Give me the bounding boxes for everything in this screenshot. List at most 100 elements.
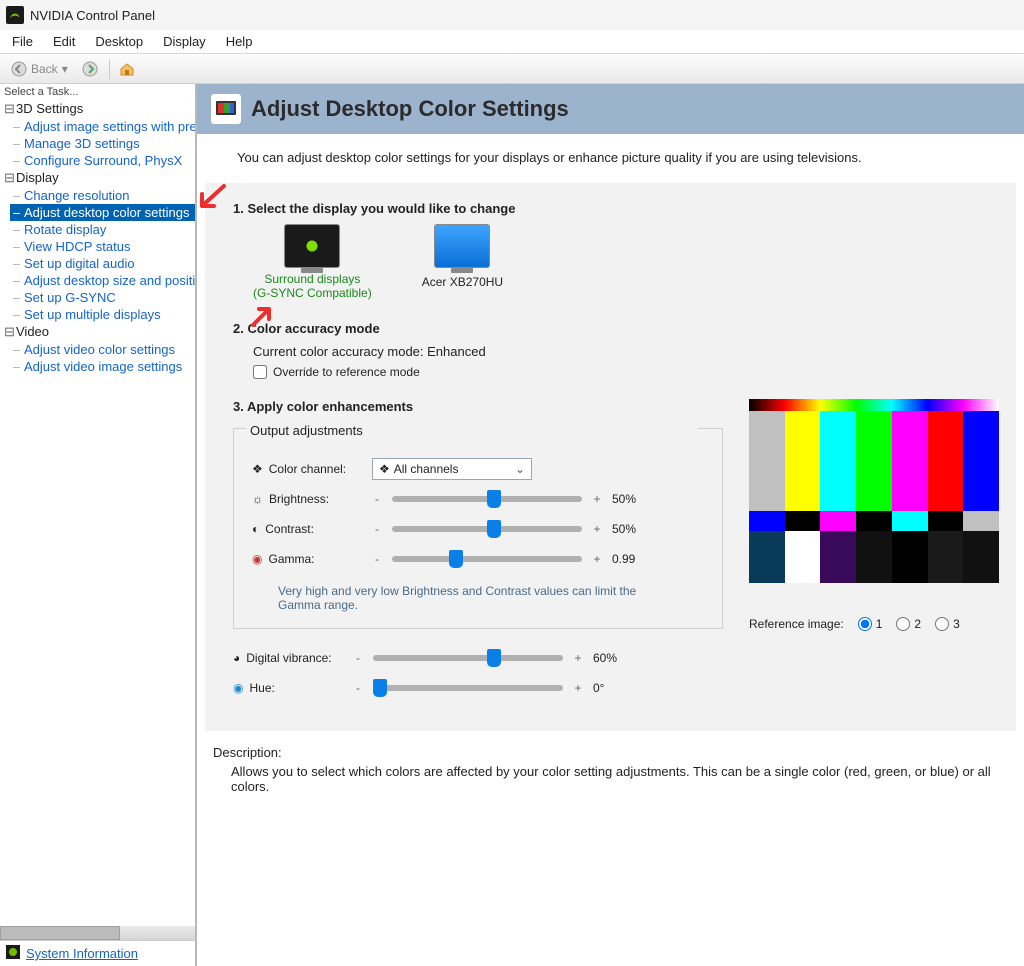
hue-label: Hue: xyxy=(249,681,274,695)
tree-item-rotate-display[interactable]: Rotate display xyxy=(10,221,195,238)
reference-radio-2[interactable]: 2 xyxy=(896,617,921,631)
description-text: Allows you to select which colors are af… xyxy=(213,764,1008,794)
menu-help[interactable]: Help xyxy=(216,32,263,51)
step3-heading: 3. Apply color enhancements xyxy=(233,399,723,414)
tree-group-video-label: Video xyxy=(16,324,49,339)
page-header: Adjust Desktop Color Settings xyxy=(197,84,1024,134)
description-label: Description: xyxy=(213,745,1008,760)
toolbar-separator xyxy=(109,59,110,79)
tree-group-video[interactable]: ⊟Video xyxy=(0,323,195,341)
contrast-icon: ◐ xyxy=(252,522,259,536)
tree-item-adjust-image[interactable]: Adjust image settings with preview xyxy=(10,118,195,135)
tree-item-video-image[interactable]: Adjust video image settings xyxy=(10,358,195,375)
current-mode-label: Current color accuracy mode: xyxy=(253,344,424,359)
brightness-label: Brightness: xyxy=(269,492,329,506)
toolbar: Back ▾ xyxy=(0,54,1024,84)
hue-value: 0° xyxy=(593,681,641,695)
display-acer-icon xyxy=(434,224,490,268)
app-icon xyxy=(6,6,24,24)
color-channel-label: Color channel: xyxy=(269,462,346,476)
brightness-value: 50% xyxy=(612,492,660,506)
tree-group-display-label: Display xyxy=(16,170,59,185)
vibrance-slider[interactable] xyxy=(373,655,563,661)
brightness-slider[interactable] xyxy=(392,496,582,502)
reference-radio-3[interactable]: 3 xyxy=(935,617,960,631)
gamma-slider[interactable] xyxy=(392,556,582,562)
hue-icon: ◉ xyxy=(233,681,243,695)
brightness-icon: ☼ xyxy=(252,492,263,506)
override-label: Override to reference mode xyxy=(273,365,420,379)
tree-item-size-position[interactable]: Adjust desktop size and position xyxy=(10,272,195,289)
display-surround-sub: (G-SYNC Compatible) xyxy=(253,286,372,300)
description-section: Description: Allows you to select which … xyxy=(197,731,1024,808)
display-acer-label: Acer XB270HU xyxy=(422,275,503,289)
display-surround[interactable]: Surround displays (G-SYNC Compatible) xyxy=(253,224,372,301)
chevron-down-icon: ⌄ xyxy=(515,462,525,476)
settings-panel: 1. Select the display you would like to … xyxy=(205,183,1016,731)
reference-image-preview xyxy=(749,399,999,599)
window-title: NVIDIA Control Panel xyxy=(30,8,155,23)
tree-item-hdcp[interactable]: View HDCP status xyxy=(10,238,195,255)
titlebar: NVIDIA Control Panel xyxy=(0,0,1024,30)
tree-item-surround-physx[interactable]: Configure Surround, PhysX xyxy=(10,152,195,169)
sysinfo-icon xyxy=(6,945,20,962)
tree-group-3d[interactable]: ⊟3D Settings xyxy=(0,100,195,118)
home-button[interactable] xyxy=(114,58,140,80)
minus-icon: - xyxy=(372,492,382,506)
sidebar-footer: System Information xyxy=(0,940,195,966)
vibrance-value: 60% xyxy=(593,651,641,665)
page-title: Adjust Desktop Color Settings xyxy=(251,96,569,122)
vibrance-label: Digital vibrance: xyxy=(246,651,331,665)
back-dropdown-icon: ▾ xyxy=(62,62,68,76)
display-surround-label: Surround displays xyxy=(253,272,372,286)
display-surround-icon xyxy=(284,224,340,268)
tree-item-video-color[interactable]: Adjust video color settings xyxy=(10,341,195,358)
color-channel-icon: ❖ xyxy=(252,462,263,476)
sysinfo-link[interactable]: System Information xyxy=(26,946,138,961)
tree-item-adjust-color[interactable]: Adjust desktop color settings xyxy=(10,204,195,221)
current-mode-value: Enhanced xyxy=(427,344,486,359)
override-row[interactable]: Override to reference mode xyxy=(253,365,988,379)
hue-slider[interactable] xyxy=(373,685,563,691)
task-tree: ⊟3D Settings Adjust image settings with … xyxy=(0,100,195,926)
page-icon xyxy=(211,94,241,124)
gamma-icon: ◉ xyxy=(252,552,262,566)
step1-heading: 1. Select the display you would like to … xyxy=(233,201,988,216)
tree-item-multidisplay[interactable]: Set up multiple displays xyxy=(10,306,195,323)
tree-group-display[interactable]: ⊟Display xyxy=(0,169,195,187)
reference-radio-1[interactable]: 1 xyxy=(858,617,883,631)
menu-display[interactable]: Display xyxy=(153,32,216,51)
menu-desktop[interactable]: Desktop xyxy=(85,32,153,51)
rgb-diamond-icon: ❖ xyxy=(379,462,390,476)
sidebar-scrollbar[interactable] xyxy=(0,926,195,940)
sidebar: Select a Task... ⊟3D Settings Adjust ima… xyxy=(0,84,196,966)
menu-file[interactable]: File xyxy=(2,32,43,51)
back-button[interactable]: Back ▾ xyxy=(4,58,75,80)
tree-item-gsync[interactable]: Set up G-SYNC xyxy=(10,289,195,306)
reference-image-label: Reference image: xyxy=(749,617,844,631)
gamma-value: 0.99 xyxy=(612,552,660,566)
tree-item-change-resolution[interactable]: Change resolution xyxy=(10,187,195,204)
output-adjustments: Output adjustments ❖Color channel: ❖ All… xyxy=(233,428,723,629)
color-channel-select[interactable]: ❖ All channels ⌄ xyxy=(372,458,532,480)
display-acer[interactable]: Acer XB270HU xyxy=(422,224,503,301)
output-group-label: Output adjustments xyxy=(246,423,698,438)
forward-button[interactable] xyxy=(77,58,103,80)
menubar: File Edit Desktop Display Help xyxy=(0,30,1024,54)
tree-group-3d-label: 3D Settings xyxy=(16,101,83,116)
plus-icon: + xyxy=(592,492,602,506)
contrast-label: Contrast: xyxy=(265,522,314,536)
override-checkbox[interactable] xyxy=(253,365,267,379)
back-label: Back xyxy=(31,62,58,76)
menu-edit[interactable]: Edit xyxy=(43,32,85,51)
tree-item-digital-audio[interactable]: Set up digital audio xyxy=(10,255,195,272)
tree-item-manage-3d[interactable]: Manage 3D settings xyxy=(10,135,195,152)
task-header: Select a Task... xyxy=(0,84,195,100)
color-channel-value: All channels xyxy=(394,462,459,476)
contrast-slider[interactable] xyxy=(392,526,582,532)
vibrance-icon: ◕ xyxy=(233,651,240,665)
gamma-label: Gamma: xyxy=(268,552,314,566)
gamma-note: Very high and very low Brightness and Co… xyxy=(278,584,668,612)
contrast-value: 50% xyxy=(612,522,660,536)
page-intro: You can adjust desktop color settings fo… xyxy=(197,134,1024,183)
